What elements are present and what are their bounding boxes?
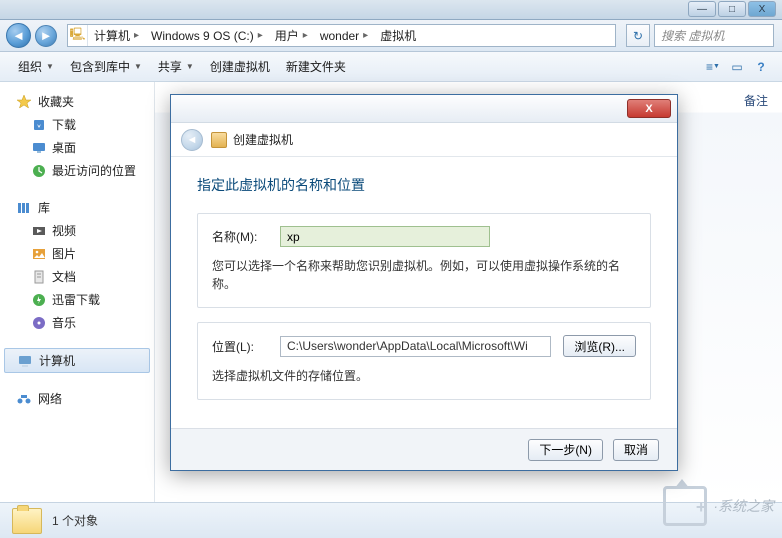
search-input[interactable]: 搜索 虚拟机	[654, 24, 774, 47]
sidebar-videos[interactable]: 视频	[0, 219, 154, 242]
next-button[interactable]: 下一步(N)	[528, 439, 603, 461]
organize-menu[interactable]: 组织▼	[10, 58, 62, 75]
address-bar[interactable]: 🖳 计算机▸ Windows 9 OS (C:)▸ 用户▸ wonder▸ 虚拟…	[67, 24, 616, 47]
dialog-titlebar[interactable]: X	[171, 95, 677, 123]
vm-icon	[211, 132, 227, 148]
dialog-caption: 创建虚拟机	[211, 131, 293, 148]
dialog-back-button[interactable]: ◄	[181, 129, 203, 151]
location-note: 选择虚拟机文件的存储位置。	[212, 367, 636, 385]
status-text: 1 个对象	[52, 512, 98, 529]
breadcrumb-segment[interactable]: 虚拟机	[374, 27, 422, 44]
preview-pane-button[interactable]: ▭	[726, 57, 748, 77]
share-menu[interactable]: 共享▼	[150, 58, 202, 75]
name-fieldset: 名称(M): xp 您可以选择一个名称来帮助您识别虚拟机。例如，可以使用虚拟操作…	[197, 213, 651, 308]
include-in-library-menu[interactable]: 包含到库中▼	[62, 58, 150, 75]
view-menu[interactable]: ≡▼	[702, 57, 724, 77]
sidebar-pictures[interactable]: 图片	[0, 242, 154, 265]
sidebar-downloads[interactable]: 下载	[0, 113, 154, 136]
sidebar-music[interactable]: 音乐	[0, 311, 154, 334]
name-note: 您可以选择一个名称来帮助您识别虚拟机。例如，可以使用虚拟操作系统的名称。	[212, 257, 636, 293]
dialog-close-button[interactable]: X	[627, 99, 671, 118]
sidebar-documents[interactable]: 文档	[0, 265, 154, 288]
create-vm-button[interactable]: 创建虚拟机	[202, 58, 278, 75]
location-input[interactable]: C:\Users\wonder\AppData\Local\Microsoft\…	[280, 336, 551, 357]
breadcrumb-segment[interactable]: Windows 9 OS (C:)▸	[145, 29, 269, 43]
favorites-header[interactable]: 收藏夹	[0, 90, 154, 113]
sidebar-xunlei[interactable]: 迅雷下载	[0, 288, 154, 311]
breadcrumb-segment[interactable]: wonder▸	[314, 29, 374, 43]
create-vm-dialog: X ◄ 创建虚拟机 指定此虚拟机的名称和位置 名称(M): xp 您可以选择一个…	[170, 94, 678, 471]
refresh-button[interactable]: ↻	[626, 24, 650, 47]
minimize-button[interactable]: —	[688, 1, 716, 17]
column-header-notes[interactable]: 备注	[744, 92, 768, 109]
folder-icon	[12, 508, 42, 534]
location-label: 位置(L):	[212, 338, 268, 355]
sidebar-desktop[interactable]: 桌面	[0, 136, 154, 159]
cancel-button[interactable]: 取消	[613, 439, 659, 461]
new-folder-button[interactable]: 新建文件夹	[278, 58, 354, 75]
navigation-bar: ◄ ► 🖳 计算机▸ Windows 9 OS (C:)▸ 用户▸ wonder…	[0, 20, 782, 52]
name-input[interactable]: xp	[280, 226, 490, 247]
close-button[interactable]: X	[748, 1, 776, 17]
name-label: 名称(M):	[212, 228, 268, 245]
libraries-header[interactable]: 库	[0, 196, 154, 219]
sidebar-network[interactable]: 网络	[0, 387, 154, 410]
dialog-heading: 指定此虚拟机的名称和位置	[197, 175, 651, 195]
computer-icon: 🖳	[68, 25, 88, 46]
sidebar-computer[interactable]: 计算机	[4, 348, 150, 373]
back-button[interactable]: ◄	[6, 23, 31, 48]
breadcrumb-segment[interactable]: 用户▸	[269, 27, 314, 44]
browse-button[interactable]: 浏览(R)...	[563, 335, 636, 357]
watermark-logo-icon	[663, 486, 707, 526]
location-fieldset: 位置(L): C:\Users\wonder\AppData\Local\Mic…	[197, 322, 651, 400]
forward-button[interactable]: ►	[35, 25, 57, 47]
explorer-toolbar: 组织▼ 包含到库中▼ 共享▼ 创建虚拟机 新建文件夹 ≡▼ ▭ ?	[0, 52, 782, 82]
navigation-pane: 收藏夹 下载 桌面 最近访问的位置 库 视频 图片 文档 迅雷下载 音乐 计算机…	[0, 82, 155, 502]
breadcrumb-segment[interactable]: 计算机▸	[88, 27, 145, 44]
help-button[interactable]: ?	[750, 57, 772, 77]
maximize-button[interactable]: □	[718, 1, 746, 17]
window-titlebar: — □ X	[0, 0, 782, 20]
watermark: ·系统之家	[663, 486, 774, 526]
sidebar-recent[interactable]: 最近访问的位置	[0, 159, 154, 182]
